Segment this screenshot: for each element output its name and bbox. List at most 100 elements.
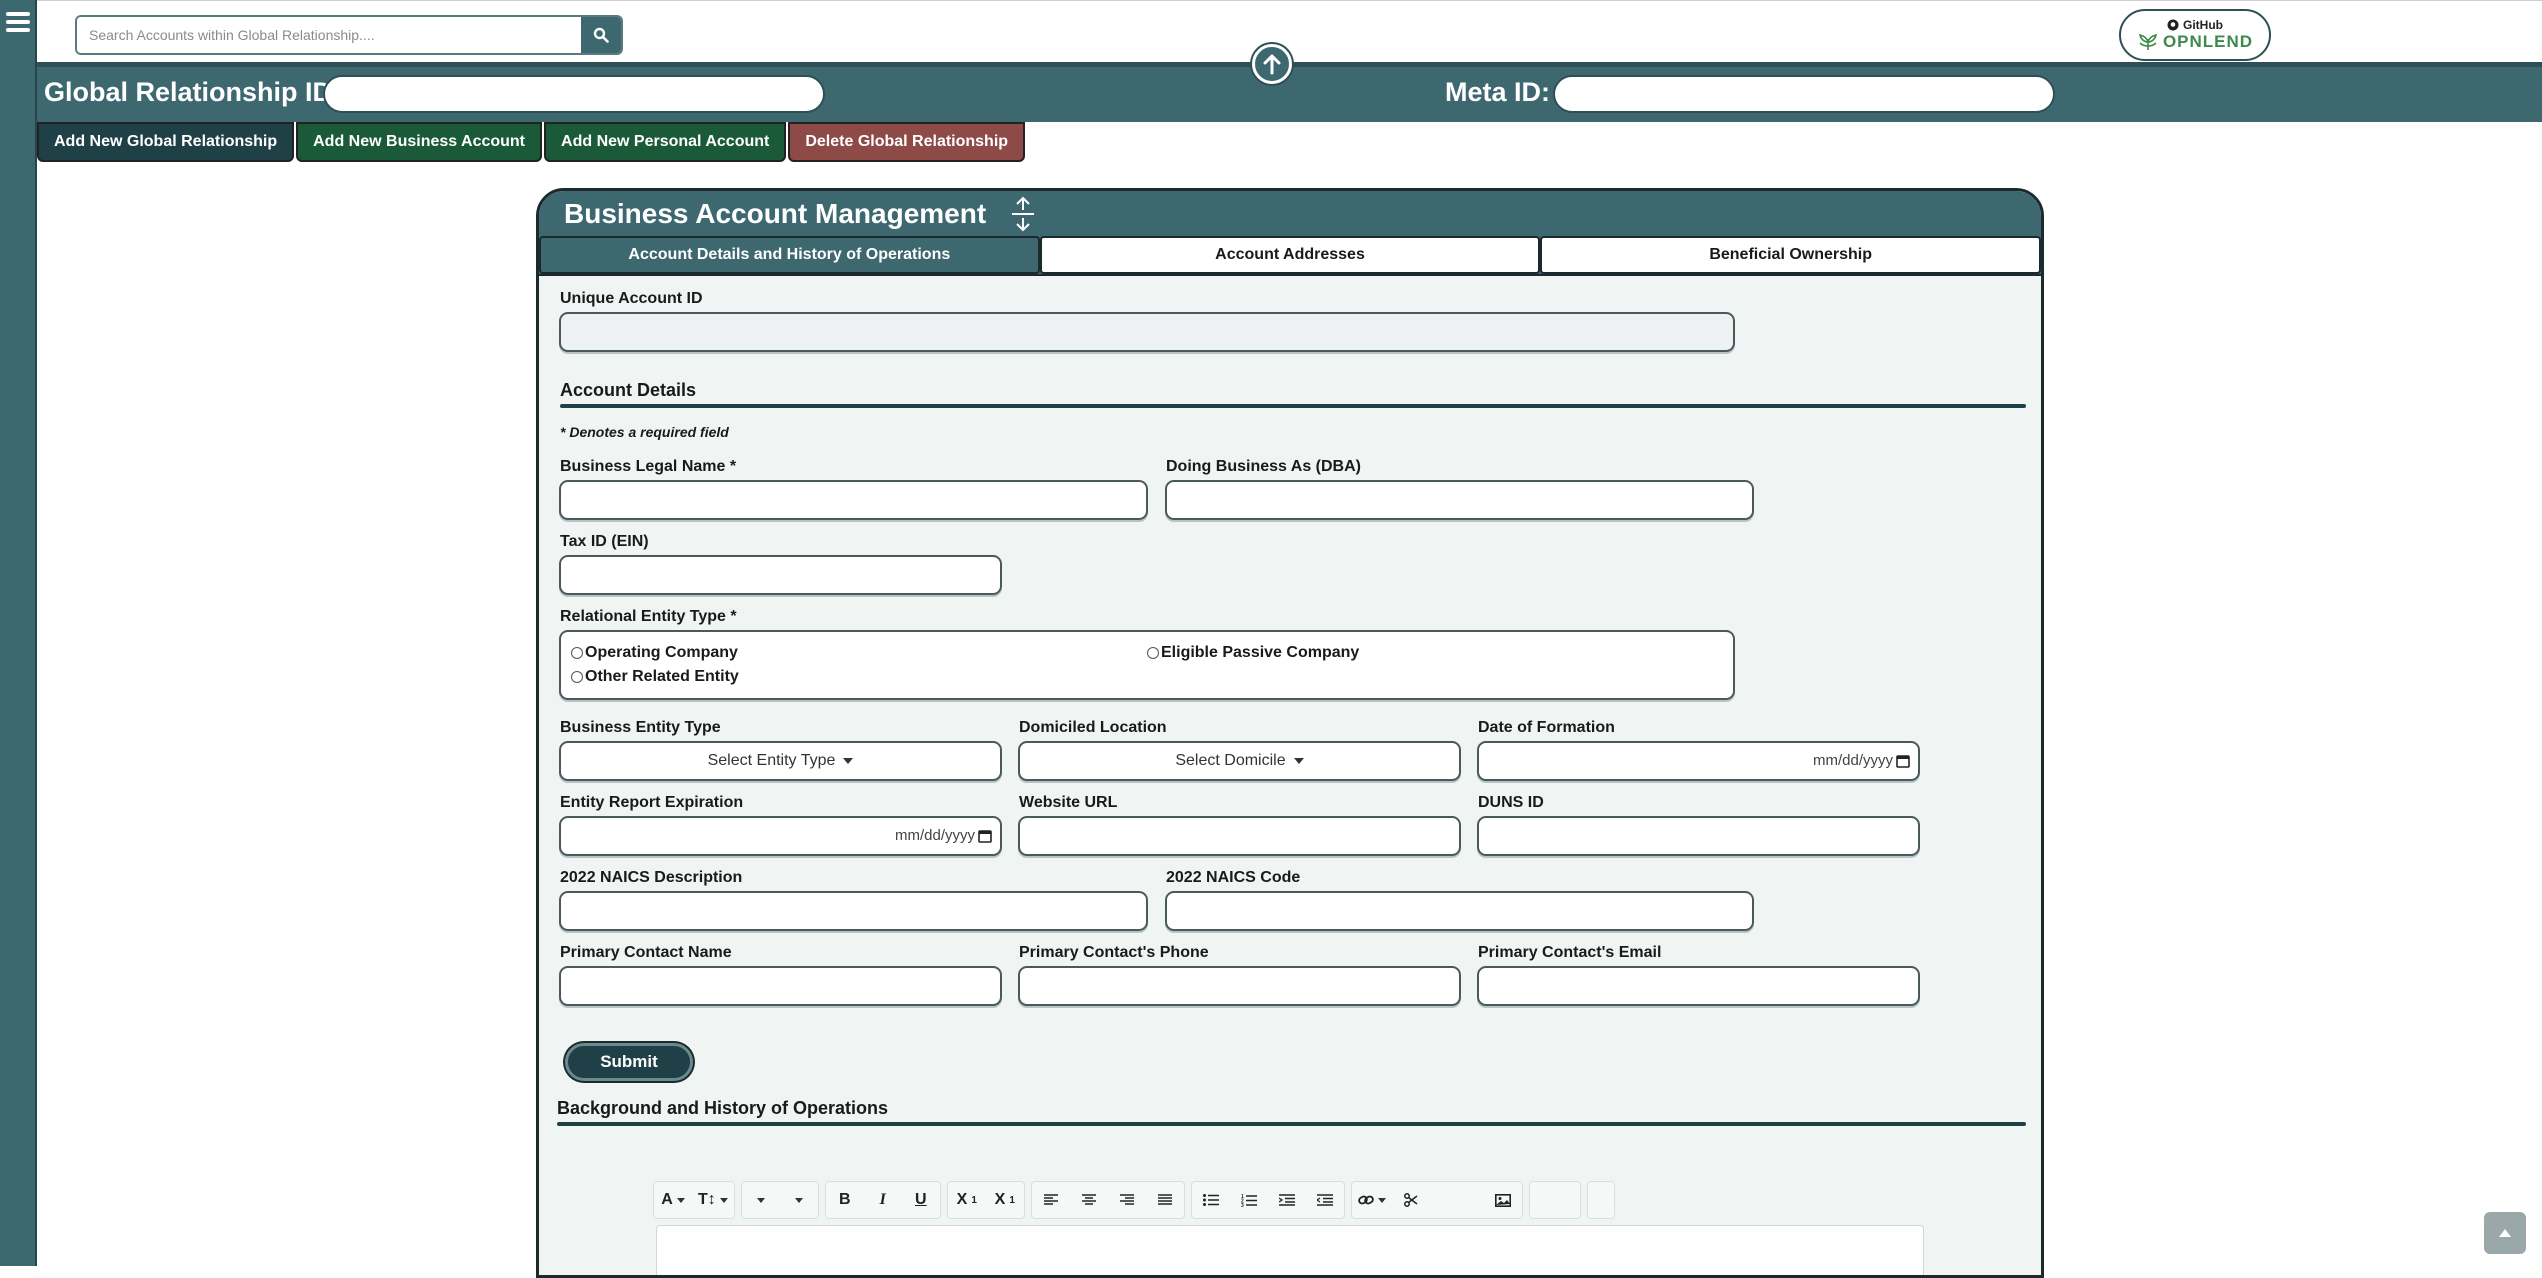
radio-circle-icon[interactable] [571, 647, 583, 659]
naics-description-input[interactable] [561, 893, 1146, 929]
rich-text-editor[interactable] [656, 1225, 1924, 1275]
calendar-icon[interactable] [1896, 754, 1910, 768]
submit-button[interactable]: Submit [565, 1043, 693, 1081]
radio-operating-label: Operating Company [585, 644, 738, 661]
domiciled-location-label: Domiciled Location [1019, 719, 1167, 736]
naics-code-input[interactable] [1167, 893, 1752, 929]
image-icon[interactable] [1484, 1182, 1522, 1218]
tax-id-input[interactable] [561, 557, 1000, 593]
search-input[interactable] [77, 17, 581, 53]
radio-circle-icon[interactable] [571, 671, 583, 683]
radio-eligible-passive-company[interactable]: Eligible Passive Company [1147, 644, 1359, 662]
logo-top-text: GitHub [2183, 18, 2223, 32]
tax-id-field[interactable] [559, 555, 1002, 595]
outdent-icon[interactable] [1306, 1182, 1344, 1218]
entity-report-expiration-field[interactable]: mm/dd/yyyy [559, 816, 1002, 856]
font-style-icon[interactable]: A [654, 1182, 692, 1218]
italic-icon[interactable]: I [864, 1182, 902, 1218]
primary-contact-name-input[interactable] [561, 968, 1000, 1004]
heading-icon[interactable] [742, 1182, 780, 1218]
duns-id-field[interactable] [1477, 816, 1920, 856]
format-group: B I U [824, 1181, 941, 1219]
tab-beneficial-ownership[interactable]: Beneficial Ownership [1540, 236, 2041, 274]
expand-collapse-icon[interactable] [1010, 196, 1036, 232]
scroll-to-top-button[interactable] [2484, 1212, 2526, 1254]
caret-down-icon [843, 758, 854, 764]
indent-icon[interactable] [1268, 1182, 1306, 1218]
website-url-input[interactable] [1020, 818, 1459, 854]
bullet-list-icon[interactable] [1192, 1182, 1230, 1218]
caret-down-icon [1293, 758, 1304, 764]
arrow-up-icon [1263, 54, 1281, 75]
superscript-icon[interactable]: X1 [986, 1182, 1024, 1218]
primary-contact-email-label: Primary Contact's Email [1478, 944, 1662, 961]
tax-id-label: Tax ID (EIN) [560, 533, 649, 550]
domiciled-location-select[interactable]: Select Domicile [1018, 741, 1461, 781]
primary-contact-name-field[interactable] [559, 966, 1002, 1006]
add-global-relationship-button[interactable]: Add New Global Relationship [37, 122, 295, 162]
heading-group [740, 1181, 819, 1219]
leaf-icon [2138, 33, 2158, 50]
primary-contact-email-field[interactable] [1477, 966, 1920, 1006]
dba-input[interactable] [1167, 482, 1752, 518]
meta-id-field[interactable] [1553, 75, 2055, 113]
search-button[interactable] [581, 17, 621, 53]
unlink-icon[interactable] [1392, 1182, 1430, 1218]
github-opnlend-logo[interactable]: GitHub OPNLEND [2119, 9, 2271, 61]
underline-icon[interactable]: U [902, 1182, 940, 1218]
align-left-icon[interactable] [1032, 1182, 1070, 1218]
background-history-heading: Background and History of Operations [557, 1098, 889, 1118]
unique-account-id-input[interactable] [561, 314, 1733, 350]
align-right-icon[interactable] [1108, 1182, 1146, 1218]
delete-global-relationship-button[interactable]: Delete Global Relationship [788, 122, 1026, 162]
primary-contact-phone-input[interactable] [1020, 968, 1459, 1004]
calendar-icon[interactable] [978, 829, 992, 843]
line-height-icon[interactable] [780, 1182, 818, 1218]
search-box [75, 15, 623, 55]
required-note: * Denotes a required field [560, 424, 729, 440]
superscript-glyph: X [994, 1191, 1006, 1208]
radio-passive-label: Eligible Passive Company [1161, 644, 1360, 661]
tab-account-details[interactable]: Account Details and History of Operation… [539, 236, 1040, 274]
subscript-glyph: X [956, 1191, 968, 1208]
collapse-header-button[interactable] [1252, 44, 1292, 84]
radio-circle-icon[interactable] [1147, 647, 1159, 659]
add-personal-account-button[interactable]: Add New Personal Account [544, 122, 787, 162]
business-entity-type-select[interactable]: Select Entity Type [559, 741, 1002, 781]
global-relationship-id-field[interactable] [323, 75, 825, 113]
business-entity-type-label: Business Entity Type [560, 719, 721, 736]
numbered-list-icon[interactable]: 123 [1230, 1182, 1268, 1218]
website-url-label: Website URL [1019, 794, 1118, 811]
subscript-icon[interactable]: X1 [948, 1182, 986, 1218]
bold-icon[interactable]: B [826, 1182, 864, 1218]
caret-up-icon [2499, 1229, 2511, 1237]
dba-field[interactable] [1165, 480, 1754, 520]
meta-id-label: Meta ID: [1445, 77, 1551, 107]
legal-name-field[interactable] [559, 480, 1148, 520]
align-justify-icon[interactable] [1146, 1182, 1184, 1218]
naics-description-field[interactable] [559, 891, 1148, 931]
website-url-field[interactable] [1018, 816, 1461, 856]
primary-contact-email-input[interactable] [1479, 968, 1918, 1004]
primary-contact-phone-field[interactable] [1018, 966, 1461, 1006]
align-center-icon[interactable] [1070, 1182, 1108, 1218]
date-of-formation-field[interactable]: mm/dd/yyyy [1477, 741, 1920, 781]
radio-other-label: Other Related Entity [585, 668, 739, 685]
tab-account-addresses[interactable]: Account Addresses [1039, 236, 1541, 274]
hamburger-menu-icon[interactable] [4, 8, 32, 38]
font-group: A T↕ [653, 1181, 735, 1219]
relational-entity-type-group: Operating Company Eligible Passive Compa… [559, 630, 1735, 700]
duns-id-input[interactable] [1479, 818, 1918, 854]
naics-code-field[interactable] [1165, 891, 1754, 931]
add-business-account-button[interactable]: Add New Business Account [296, 122, 543, 162]
font-size-icon[interactable]: T↕ [692, 1182, 734, 1218]
link-icon[interactable] [1352, 1182, 1392, 1218]
search-icon [593, 27, 609, 43]
unique-account-id-field[interactable] [559, 312, 1735, 352]
logo-bottom-text: OPNLEND [2162, 32, 2254, 51]
date-placeholder: mm/dd/yyyy [1812, 752, 1893, 769]
radio-operating-company[interactable]: Operating Company [571, 644, 738, 662]
global-relationship-id-label: Global Relationship ID: [44, 77, 342, 107]
radio-other-related-entity[interactable]: Other Related Entity [571, 668, 739, 686]
legal-name-input[interactable] [561, 482, 1146, 518]
